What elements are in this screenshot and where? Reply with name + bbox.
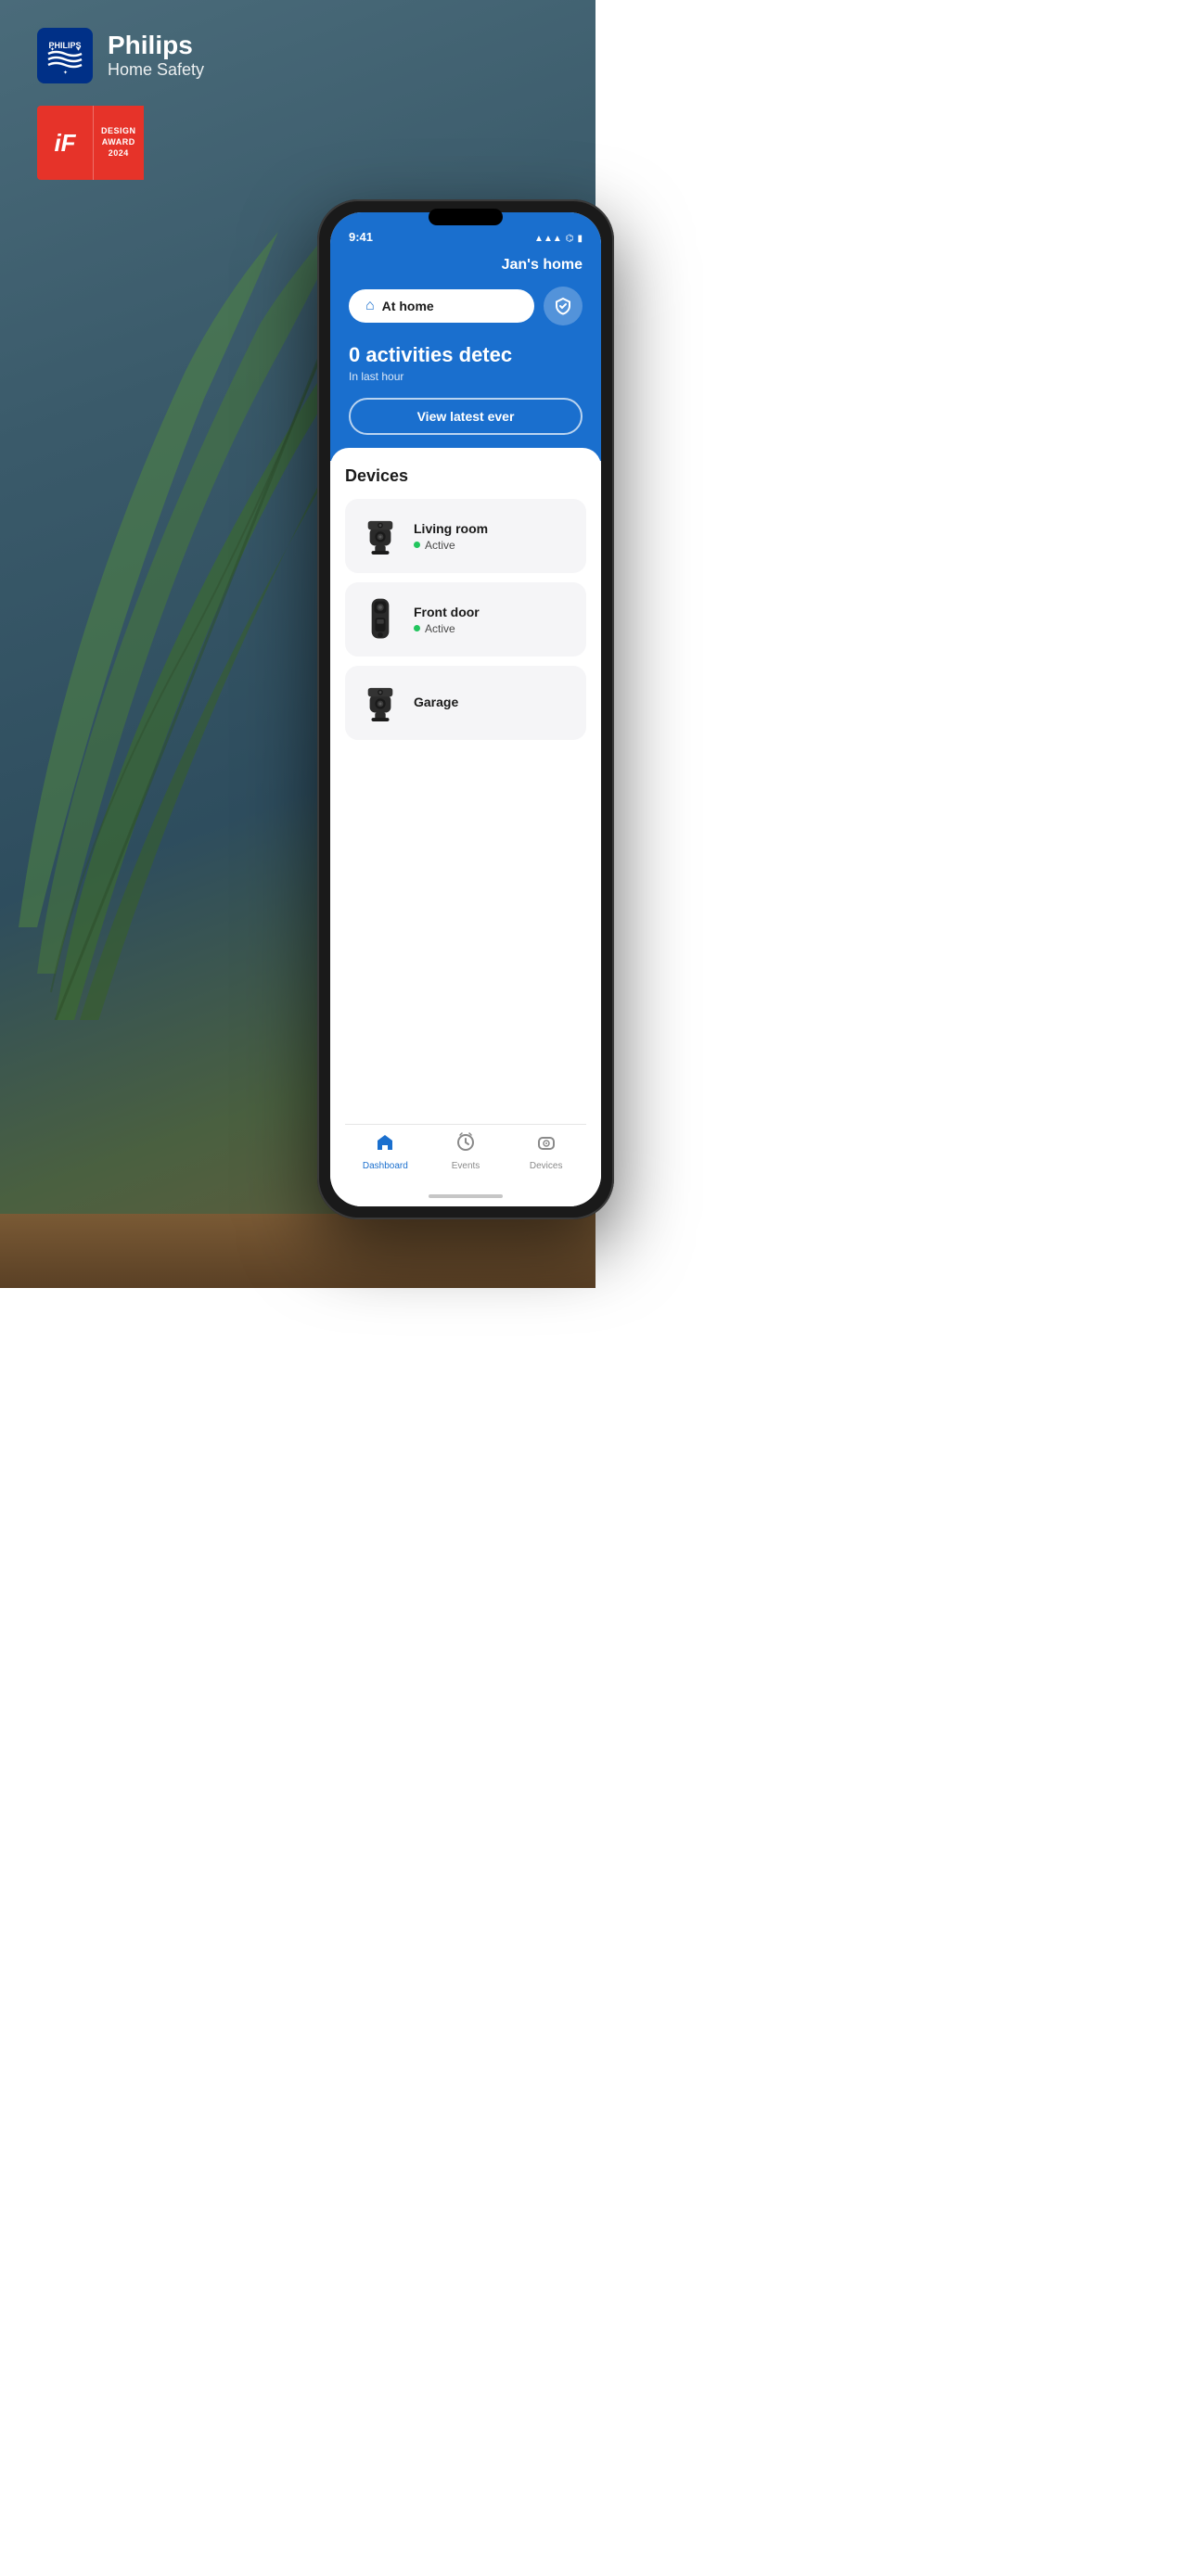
- nav-item-events[interactable]: Events: [426, 1132, 506, 1171]
- brand-subtitle: Home Safety: [108, 60, 204, 80]
- device-card-front-door[interactable]: Front door Active: [345, 582, 586, 657]
- device-card-living-room[interactable]: Living room Active: [345, 499, 586, 573]
- status-time: 9:41: [349, 230, 534, 244]
- device-info-living-room: Living room Active: [414, 521, 571, 552]
- devices-nav-icon: [536, 1132, 557, 1158]
- status-icons: ▲▲▲ ⌬ ▮: [534, 234, 583, 244]
- signal-icon: ▲▲▲: [534, 234, 562, 244]
- status-text-front-door: Active: [425, 622, 455, 635]
- dashboard-nav-label: Dashboard: [363, 1161, 408, 1171]
- philips-logo: PHILIPS ✦ ✦ ✦: [37, 28, 93, 83]
- device-status-front-door: Active: [414, 622, 571, 635]
- home-bar: [429, 1194, 503, 1198]
- period-label: In last hour: [349, 370, 583, 383]
- status-dot-front-door: [414, 625, 420, 631]
- status-text-living-room: Active: [425, 539, 455, 552]
- home-indicator: [345, 1186, 586, 1206]
- brand-text-block: Philips Home Safety: [108, 32, 204, 80]
- award-badge: iF DESIGN AWARD 2024: [37, 106, 158, 180]
- phone-mockup: 9:41 ▲▲▲ ⌬ ▮ Jan's home ⌂ At home: [317, 199, 614, 1219]
- device-image-living-room: [360, 512, 401, 560]
- svg-text:✦: ✦: [63, 70, 68, 76]
- bottom-nav: Dashboard Events: [345, 1124, 586, 1186]
- at-home-button[interactable]: ⌂ At home: [349, 289, 534, 323]
- events-nav-label: Events: [452, 1161, 480, 1171]
- award-right: DESIGN AWARD 2024: [93, 106, 144, 180]
- content-area: Devices: [330, 448, 601, 1206]
- device-card-garage[interactable]: Garage: [345, 666, 586, 740]
- phone-shell: 9:41 ▲▲▲ ⌬ ▮ Jan's home ⌂ At home: [317, 199, 614, 1219]
- nav-item-dashboard[interactable]: Dashboard: [345, 1132, 426, 1171]
- brand-name: Philips: [108, 32, 204, 60]
- device-image-garage: [360, 679, 401, 727]
- devices-heading: Devices: [345, 466, 586, 486]
- award-year: 2024: [109, 148, 129, 159]
- status-dot-living-room: [414, 542, 420, 548]
- battery-icon: ▮: [577, 234, 583, 244]
- events-nav-icon: [455, 1132, 476, 1158]
- home-mode-icon: ⌂: [365, 298, 375, 314]
- device-info-front-door: Front door Active: [414, 605, 571, 635]
- at-home-label: At home: [382, 299, 434, 313]
- shield-button[interactable]: [544, 287, 583, 325]
- award-design-label: DESIGN: [101, 126, 136, 137]
- device-name-garage: Garage: [414, 695, 571, 709]
- home-title: Jan's home: [349, 257, 583, 274]
- svg-text:✦: ✦: [76, 46, 81, 53]
- device-info-garage: Garage: [414, 695, 571, 712]
- dashboard-nav-icon: [375, 1132, 395, 1158]
- mode-row: ⌂ At home: [349, 287, 583, 325]
- ground-decoration: [0, 1214, 596, 1288]
- devices-nav-label: Devices: [530, 1161, 563, 1171]
- dynamic-island: [429, 209, 503, 225]
- wifi-icon: ⌬: [566, 234, 574, 244]
- svg-text:✦: ✦: [50, 46, 55, 53]
- device-name-living-room: Living room: [414, 521, 571, 536]
- app-header: Jan's home ⌂ At home 0 activities detec: [330, 249, 601, 461]
- award-award-label: AWARD: [102, 137, 135, 148]
- device-name-front-door: Front door: [414, 605, 571, 619]
- award-if-text: iF: [54, 131, 75, 155]
- activities-count: 0 activities detec: [349, 344, 583, 366]
- phone-screen: 9:41 ▲▲▲ ⌬ ▮ Jan's home ⌂ At home: [330, 212, 601, 1206]
- device-image-front-door: [360, 595, 401, 644]
- brand-row: PHILIPS ✦ ✦ ✦ Philips Home Safety: [37, 28, 204, 83]
- nav-item-devices[interactable]: Devices: [506, 1132, 586, 1171]
- device-status-living-room: Active: [414, 539, 571, 552]
- award-left: iF: [37, 106, 93, 180]
- header-area: PHILIPS ✦ ✦ ✦ Philips Home Safety iF DES…: [37, 28, 204, 180]
- view-events-button[interactable]: View latest ever: [349, 398, 583, 435]
